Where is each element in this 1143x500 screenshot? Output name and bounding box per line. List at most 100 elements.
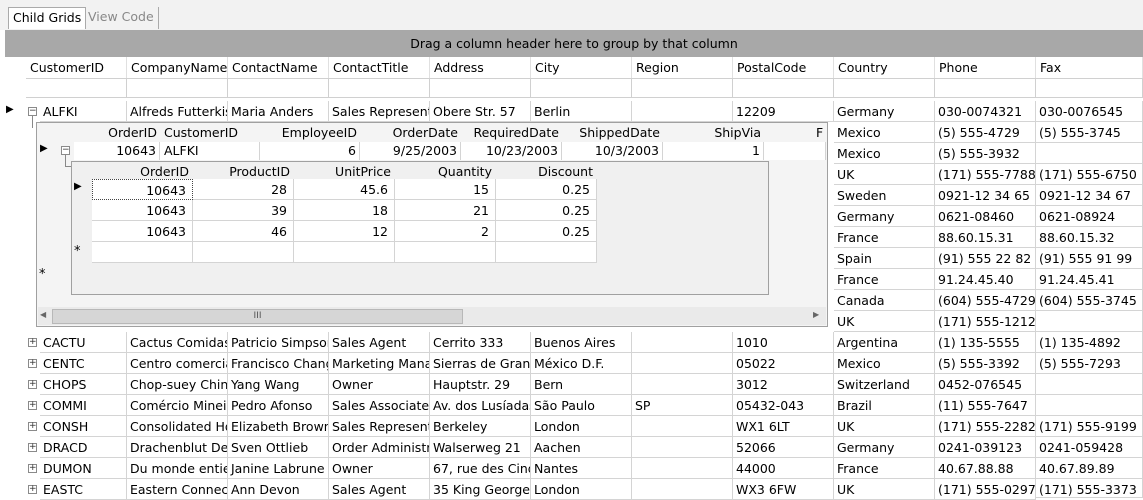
cell-fax[interactable] (1036, 374, 1143, 395)
cell-companyname[interactable]: Chop-suey Chinese (127, 374, 228, 395)
cell-city[interactable]: London (531, 479, 632, 500)
details-cell-unitprice[interactable]: 12 (294, 221, 395, 242)
cell-city[interactable]: Nantes (531, 458, 632, 479)
cell-address[interactable]: 35 King George (430, 479, 531, 500)
tab-child-grids[interactable]: Child Grids (8, 7, 87, 29)
details-cell-quantity[interactable]: 2 (395, 221, 496, 242)
column-header-region[interactable]: Region (632, 57, 733, 78)
new-row-cell[interactable] (193, 242, 294, 263)
cell-fax[interactable]: 91.24.45.41 (1036, 269, 1143, 290)
column-header-contacttitle[interactable]: ContactTitle (329, 57, 430, 78)
cell-phone[interactable]: (5) 555-3932 (935, 143, 1036, 164)
orders-cell-customerid[interactable]: ALFKI (160, 142, 260, 160)
filter-cell[interactable] (733, 78, 834, 98)
cell-address[interactable]: Berkeley (430, 416, 531, 437)
cell-customerid[interactable]: COMMI (40, 395, 127, 416)
details-cell-quantity[interactable]: 21 (395, 200, 496, 221)
filter-cell[interactable] (632, 78, 733, 98)
cell-fax[interactable]: 030-0076545 (1036, 101, 1143, 122)
expand-icon[interactable]: + (28, 422, 37, 431)
cell-address[interactable]: Cerrito 333 (430, 332, 531, 353)
cell-companyname[interactable]: Drachenblut Delikatessen (127, 437, 228, 458)
orders-header-orderdate[interactable]: OrderDate (360, 124, 461, 142)
cell-contactname[interactable]: Yang Wang (228, 374, 329, 395)
column-header-companyname[interactable]: CompanyName (127, 57, 228, 78)
cell-region[interactable] (632, 374, 733, 395)
cell-address[interactable]: Hauptstr. 29 (430, 374, 531, 395)
orders-header-shippeddate[interactable]: ShippedDate (562, 124, 663, 142)
cell-fax[interactable] (1036, 143, 1143, 164)
collapse-icon[interactable]: − (61, 146, 70, 155)
cell-postalcode[interactable]: WX1 6LT (733, 416, 834, 437)
cell-country[interactable]: France (834, 458, 935, 479)
cell-country[interactable]: Sweden (834, 185, 935, 206)
column-header-contactname[interactable]: ContactName (228, 57, 329, 78)
cell-contactname[interactable]: Elizabeth Brown (228, 416, 329, 437)
cell-fax[interactable]: 0241-059428 (1036, 437, 1143, 458)
cell-city[interactable]: Berlin (531, 101, 632, 122)
filter-cell[interactable] (1036, 78, 1143, 98)
cell-address[interactable]: Av. dos Lusíadas, 23 (430, 395, 531, 416)
cell-address[interactable]: Sierras de Granada 9993 (430, 353, 531, 374)
cell-customerid[interactable]: CONSH (40, 416, 127, 437)
cell-contactname[interactable]: Sven Ottlieb (228, 437, 329, 458)
orders-header-employeeid[interactable]: EmployeeID (242, 124, 360, 142)
cell-contacttitle[interactable]: Marketing Manager (329, 353, 430, 374)
cell-fax[interactable] (1036, 311, 1143, 332)
cell-fax[interactable]: (1) 135-4892 (1036, 332, 1143, 353)
cell-phone[interactable]: 030-0074321 (935, 101, 1036, 122)
cell-customerid[interactable]: CHOPS (40, 374, 127, 395)
cell-phone[interactable]: (5) 555-4729 (935, 122, 1036, 143)
cell-companyname[interactable]: Centro comercial Moctezuma (127, 353, 228, 374)
cell-fax[interactable]: (171) 555-6750 (1036, 164, 1143, 185)
cell-country[interactable]: UK (834, 416, 935, 437)
new-row-cell[interactable] (92, 242, 193, 263)
cell-city[interactable]: London (531, 416, 632, 437)
cell-contactname[interactable]: Maria Anders (228, 101, 329, 122)
cell-fax[interactable]: (171) 555-3373 (1036, 479, 1143, 498)
cell-fax[interactable] (1036, 395, 1143, 416)
cell-city[interactable]: Aachen (531, 437, 632, 458)
cell-address[interactable]: Obere Str. 57 (430, 101, 531, 122)
orders-header-requireddate[interactable]: RequiredDate (461, 124, 562, 142)
orders-header-shipvia[interactable]: ShipVia (663, 124, 764, 142)
cell-region[interactable] (632, 416, 733, 437)
column-header-country[interactable]: Country (834, 57, 935, 78)
cell-contacttitle[interactable]: Sales Representative (329, 101, 430, 122)
orders-cell-shipvia[interactable]: 1 (663, 142, 764, 160)
cell-phone[interactable]: (11) 555-7647 (935, 395, 1036, 416)
orders-cell-orderid[interactable]: 10643 (74, 142, 160, 160)
cell-contacttitle[interactable]: Sales Representative (329, 416, 430, 437)
cell-postalcode[interactable]: 52066 (733, 437, 834, 458)
cell-fax[interactable]: (5) 555-3745 (1036, 122, 1143, 143)
filter-cell[interactable] (26, 78, 127, 98)
filter-cell[interactable] (127, 78, 228, 98)
cell-phone[interactable]: (604) 555-4729 (935, 290, 1036, 311)
cell-companyname[interactable]: Comércio Mineiro (127, 395, 228, 416)
expand-icon[interactable]: + (28, 485, 37, 494)
cell-address[interactable]: Walserweg 21 (430, 437, 531, 458)
cell-postalcode[interactable]: WX3 6FW (733, 479, 834, 500)
cell-customerid[interactable]: EASTC (40, 479, 127, 500)
cell-fax[interactable]: 88.60.15.32 (1036, 227, 1143, 248)
cell-companyname[interactable]: Consolidated Holdings (127, 416, 228, 437)
cell-fax[interactable]: (604) 555-3745 (1036, 290, 1143, 311)
filter-cell[interactable] (935, 78, 1036, 98)
cell-country[interactable]: Argentina (834, 332, 935, 353)
details-header-productid[interactable]: ProductID (193, 163, 294, 180)
details-cell-orderid[interactable]: 10643 (92, 179, 193, 200)
cell-customerid[interactable]: CACTU (40, 332, 127, 353)
orders-cell-requireddate[interactable]: 10/23/2003 (461, 142, 562, 160)
cell-customerid[interactable]: DRACD (40, 437, 127, 458)
new-row-cell[interactable] (294, 242, 395, 263)
cell-companyname[interactable]: Alfreds Futterkiste (127, 101, 228, 122)
cell-fax[interactable]: 0921-12 34 67 (1036, 185, 1143, 206)
cell-phone[interactable]: (171) 555-7788 (935, 164, 1036, 185)
cell-country[interactable]: Germany (834, 437, 935, 458)
cell-country[interactable]: UK (834, 479, 935, 500)
cell-postalcode[interactable]: 3012 (733, 374, 834, 395)
cell-fax[interactable]: (91) 555 91 99 (1036, 248, 1143, 269)
cell-phone[interactable]: (171) 555-1212 (935, 311, 1036, 332)
cell-region[interactable] (632, 353, 733, 374)
cell-region[interactable] (632, 101, 733, 122)
